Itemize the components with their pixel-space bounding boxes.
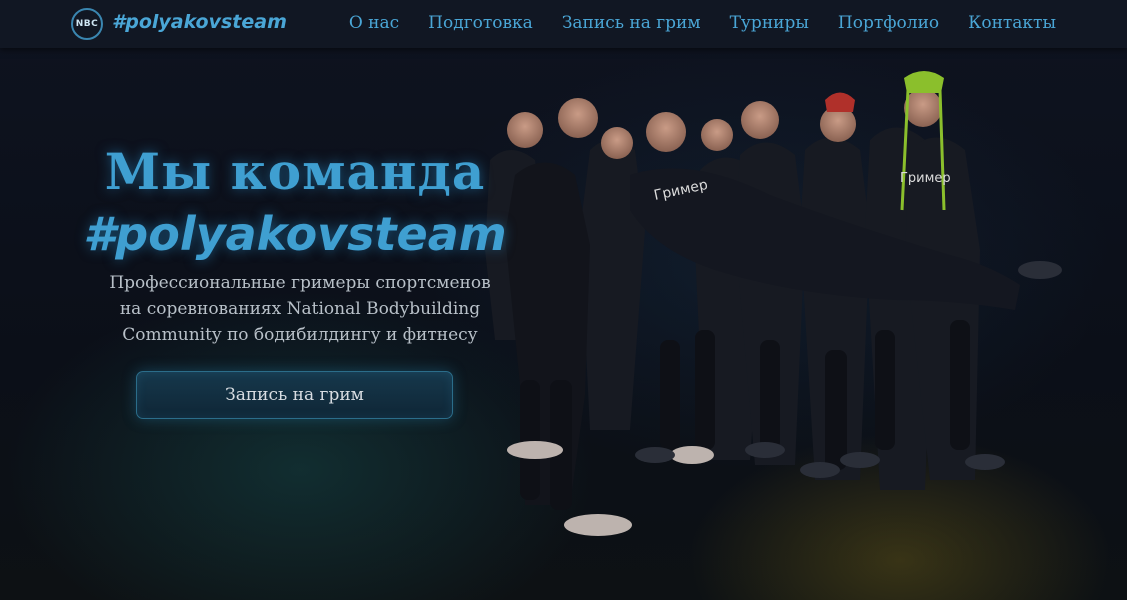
nav-link-portfolio[interactable]: Портфолио: [838, 13, 939, 33]
navbar: NBC #polyakovsteam О нас Подготовка Запи…: [0, 0, 1127, 48]
hero-title: Мы команда #polyakovsteam: [60, 141, 530, 265]
hero-title-line1: Мы команда: [104, 142, 486, 202]
nav-link-tournaments[interactable]: Турниры: [730, 13, 809, 33]
brand-name[interactable]: #polyakovsteam: [112, 11, 287, 33]
hero-subtitle-line: Профессиональные гримеры спортсменов: [109, 273, 491, 293]
hero-subtitle-line: на соревнованиях National Bodybuilding: [119, 299, 481, 319]
hero-subtitle-line: Community по бодибилдингу и фитнесу: [122, 325, 478, 345]
book-makeup-button[interactable]: Запись на грим: [136, 371, 453, 419]
main-nav: О нас Подготовка Запись на грим Турниры …: [349, 13, 1056, 33]
nav-link-booking[interactable]: Запись на грим: [562, 13, 701, 33]
nav-link-about[interactable]: О нас: [349, 13, 399, 33]
hero-subtitle: Профессиональные гримеры спортсменов на …: [60, 270, 540, 348]
page: NBC #polyakovsteam О нас Подготовка Запи…: [0, 0, 1127, 600]
nav-link-contacts[interactable]: Контакты: [968, 13, 1056, 33]
nbc-logo[interactable]: NBC: [71, 8, 103, 40]
hero-title-line2: #polyakovsteam: [83, 207, 507, 262]
shirt-label-2: Гример: [900, 171, 951, 186]
nav-link-preparation[interactable]: Подготовка: [428, 13, 533, 33]
